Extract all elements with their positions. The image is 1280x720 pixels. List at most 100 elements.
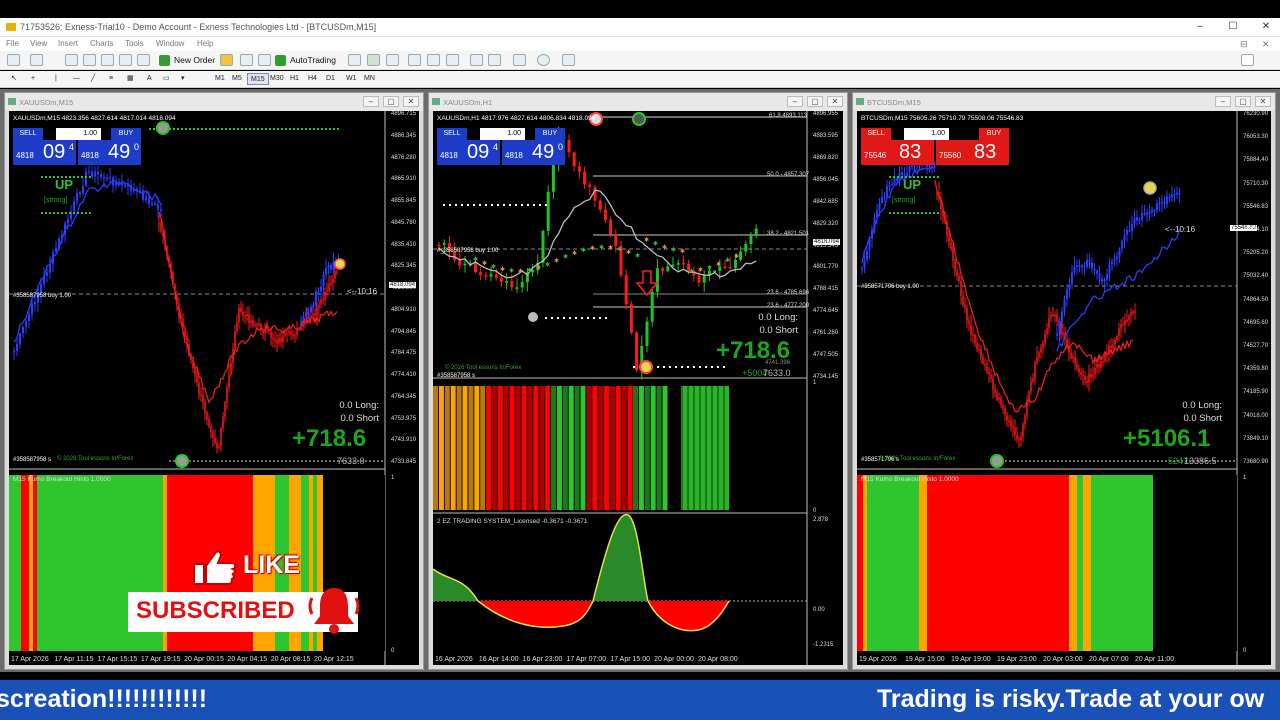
tf-m30[interactable]: M30 — [267, 73, 287, 85]
chart-canvas[interactable]: BTCUSDm,M15 75605.26 75710.79 75508.06 7… — [857, 111, 1271, 665]
buy-button[interactable]: BUY — [535, 128, 565, 140]
chart-maximize-button[interactable]: ▢ — [1235, 96, 1251, 107]
market-icon[interactable] — [258, 54, 271, 66]
candle-body — [666, 266, 670, 271]
candle-body — [994, 389, 996, 393]
sell-button[interactable]: SELL — [13, 128, 43, 140]
lot-size-input[interactable]: 1.00 — [56, 128, 101, 140]
chart-close-button[interactable]: ✕ — [1255, 96, 1271, 107]
cursor-icon[interactable]: ↖ — [8, 73, 20, 85]
chart-minimize-button[interactable]: – — [1215, 96, 1231, 107]
market-watch-icon[interactable] — [65, 54, 78, 66]
histo-bar — [521, 386, 527, 510]
close-button[interactable]: ✕ — [1258, 20, 1274, 34]
buy-button[interactable]: BUY — [111, 128, 141, 140]
periods-icon[interactable] — [537, 54, 550, 66]
terminal-icon-btn[interactable] — [119, 54, 132, 66]
profiles-icon[interactable] — [30, 54, 43, 66]
text-icon[interactable]: A — [144, 73, 155, 85]
candle-body — [609, 219, 613, 235]
tf-m1[interactable]: M1 — [212, 73, 228, 85]
fibonacci-icon[interactable]: ▦ — [124, 73, 137, 85]
price-tick: 4794.845 — [391, 328, 417, 335]
candle-body — [103, 176, 105, 180]
autotrading-button[interactable]: AutoTrading — [273, 53, 336, 68]
zoom-out-icon[interactable] — [427, 54, 440, 66]
buy-button[interactable]: BUY — [979, 128, 1009, 140]
menu-insert[interactable]: Insert — [58, 39, 78, 48]
candle-body — [1101, 278, 1103, 282]
chart-canvas[interactable]: ✱ ✱ ✱ ✱ ✱ ✱ ✱ ✱ ✱ ✱ ✱ ✱ ✱ ✱ ✱ ✱ ✱ ✱ ✱ ✱ ✱ ✱ ✱ ✱ ✱ ✱ ✱ ✱ ✱ ✱ XAUUSDm,H… — [433, 111, 843, 665]
buy-price[interactable]: 4818 49 0 — [502, 140, 565, 165]
like-overlay[interactable]: LIKE — [243, 551, 300, 580]
tf-mn[interactable]: MN — [361, 73, 378, 85]
chart-shift-icon[interactable] — [488, 54, 501, 66]
menu-tools[interactable]: Tools — [125, 39, 144, 48]
cloud-marker: ✱ — [599, 244, 604, 251]
candle-body — [1138, 219, 1141, 222]
trendline-icon[interactable]: ╱ — [88, 73, 98, 85]
chart-minimize-button[interactable]: – — [363, 96, 379, 107]
label-icon[interactable]: ▭ — [160, 73, 173, 85]
tf-d1[interactable]: D1 — [323, 73, 338, 85]
chart-window-xauusd-h1[interactable]: XAUUSDm,H1 – ▢ ✕ ✱ ✱ ✱ ✱ ✱ ✱ ✱ ✱ ✱ ✱ ✱ ✱ ✱ ✱ ✱ ✱ ✱ ✱ ✱ ✱ ✱ ✱ ✱… — [428, 92, 848, 670]
autoscroll-icon[interactable] — [470, 54, 483, 66]
tester-icon[interactable] — [137, 54, 150, 66]
chart-close-button[interactable]: ✕ — [403, 96, 419, 107]
chart-window-titlebar[interactable]: XAUUSDm,H1 – ▢ ✕ — [429, 93, 847, 111]
sell-price[interactable]: 75546 83 — [861, 140, 934, 165]
menu-window[interactable]: Window — [156, 39, 184, 48]
chart-maximize-button[interactable]: ▢ — [807, 96, 823, 107]
chart-minimize-button[interactable]: – — [787, 96, 803, 107]
tile-windows-icon[interactable] — [446, 54, 459, 66]
indicators-icon[interactable] — [513, 54, 526, 66]
tf-m15[interactable]: M15 — [247, 73, 269, 85]
menu-help[interactable]: Help — [197, 39, 213, 48]
candle-timer: <--10:16 — [1165, 225, 1196, 234]
candle-body — [25, 321, 27, 327]
sell-price[interactable]: 4818 09 4 — [13, 140, 76, 165]
tf-h1[interactable]: H1 — [287, 73, 302, 85]
buy-price[interactable]: 75560 83 — [936, 140, 1009, 165]
channel-icon[interactable]: ≡ — [106, 73, 116, 85]
chart-window-titlebar[interactable]: BTCUSDm,M15 – ▢ ✕ — [853, 93, 1275, 111]
candle-body — [212, 432, 214, 438]
candlestick-icon[interactable] — [367, 54, 380, 66]
data-window-icon[interactable] — [83, 54, 96, 66]
sell-button[interactable]: SELL — [861, 128, 891, 140]
navigator-icon[interactable] — [101, 54, 114, 66]
menu-charts[interactable]: Charts — [90, 39, 114, 48]
new-order-button[interactable]: New Order — [157, 53, 215, 68]
lot-size-input[interactable]: 1.00 — [480, 128, 525, 140]
menu-file[interactable]: File — [6, 39, 19, 48]
bar-chart-icon[interactable] — [348, 54, 361, 66]
minimize-button[interactable]: – — [1192, 20, 1208, 34]
tf-h4[interactable]: H4 — [305, 73, 320, 85]
search-icon[interactable] — [1241, 54, 1254, 66]
tf-w1[interactable]: W1 — [343, 73, 360, 85]
sell-price[interactable]: 4818 09 4 — [437, 140, 500, 165]
close-child-icon[interactable]: ✕ — [1262, 39, 1270, 50]
chart-maximize-button[interactable]: ▢ — [383, 96, 399, 107]
candle-body — [1123, 234, 1126, 242]
chart-window-btcusd-m15[interactable]: BTCUSDm,M15 – ▢ ✕ BTCUSDm,M15 75605.26 7… — [852, 92, 1276, 670]
crosshair-icon[interactable]: + — [28, 73, 38, 85]
lot-size-input[interactable]: 1.00 — [904, 128, 949, 140]
horizontal-line-icon[interactable]: — — [70, 73, 83, 85]
vertical-line-icon[interactable]: | — [52, 73, 60, 85]
menu-view[interactable]: View — [30, 39, 47, 48]
chart-window-titlebar[interactable]: XAUUSDm,M15 – ▢ ✕ — [5, 93, 423, 111]
arrows-icon[interactable]: ▾ — [178, 73, 188, 85]
new-chart-icon[interactable] — [7, 54, 20, 66]
signals-icon[interactable] — [240, 54, 253, 66]
maximize-button[interactable]: ☐ — [1225, 20, 1241, 34]
buy-price[interactable]: 4818 49 0 — [78, 140, 141, 165]
metaeditor-icon[interactable] — [220, 54, 233, 66]
line-chart-icon[interactable] — [386, 54, 399, 66]
templates-icon[interactable] — [562, 54, 575, 66]
restore-icon[interactable]: ⊟ — [1240, 39, 1248, 50]
sell-button[interactable]: SELL — [437, 128, 467, 140]
tf-m5[interactable]: M5 — [229, 73, 245, 85]
chart-close-button[interactable]: ✕ — [827, 96, 843, 107]
zoom-in-icon[interactable] — [408, 54, 421, 66]
